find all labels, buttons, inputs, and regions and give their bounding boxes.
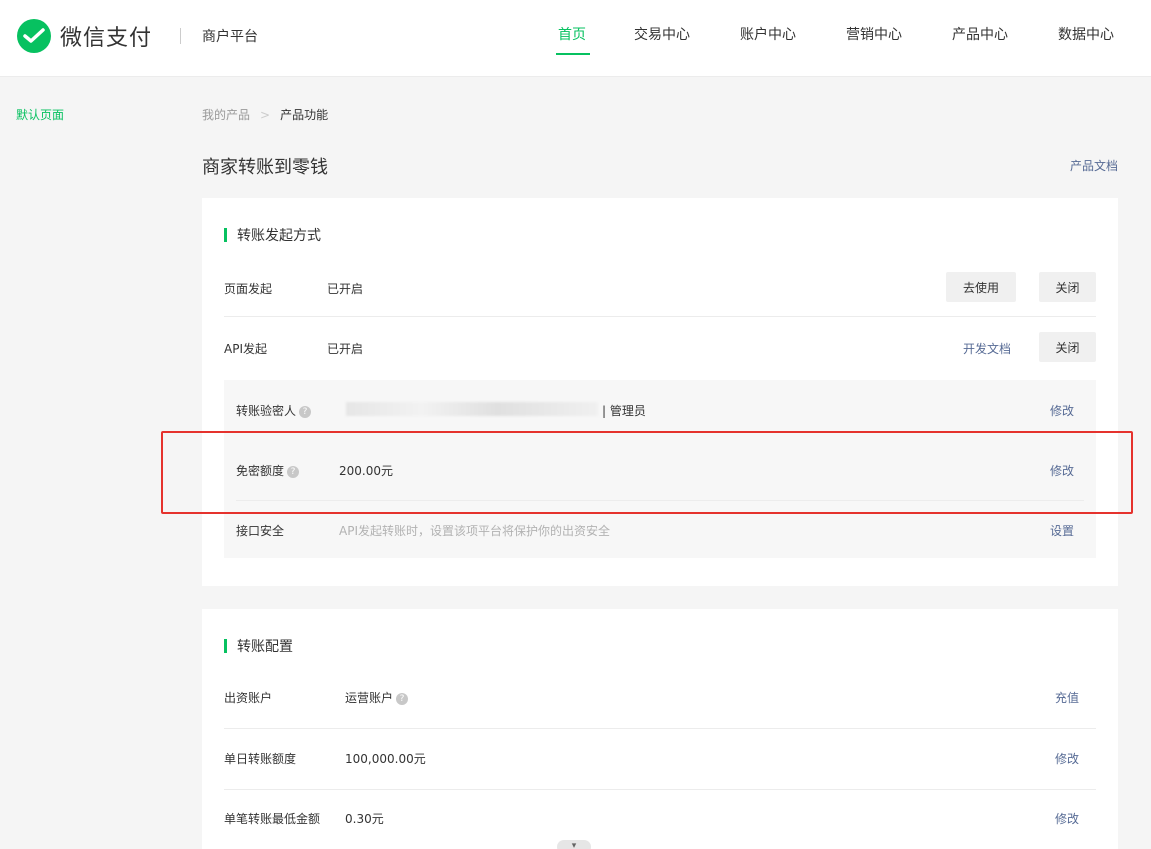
nav-trade-center[interactable]: 交易中心 bbox=[634, 24, 690, 44]
help-icon[interactable]: ? bbox=[287, 465, 300, 478]
verifier-label: 转账验密人? bbox=[236, 402, 312, 419]
verifier-role: | 管理员 bbox=[602, 404, 646, 418]
close-api-button[interactable]: 关闭 bbox=[1039, 332, 1096, 362]
initiation-card: 转账发起方式 页面发起 已开启 去使用 关闭 API发起 已开启 开发文档 关闭… bbox=[202, 198, 1118, 586]
initiation-section-title: 转账发起方式 bbox=[224, 225, 321, 245]
config-title-text: 转账配置 bbox=[237, 639, 293, 655]
dev-doc-link[interactable]: 开发文档 bbox=[963, 340, 1011, 357]
config-section-title: 转账配置 bbox=[224, 636, 293, 656]
top-header: 微信支付 商户平台 首页 交易中心 账户中心 营销中心 产品中心 数据中心 bbox=[0, 0, 1151, 77]
api-security-row: 接口安全 API发起转账时，设置该项平台将保护你的出资安全 设置 bbox=[236, 500, 1084, 558]
breadcrumb-my-products[interactable]: 我的产品 bbox=[202, 106, 250, 123]
nav-account-center[interactable]: 账户中心 bbox=[740, 24, 796, 44]
api-initiation-row: API发起 已开启 开发文档 关闭 bbox=[224, 332, 1096, 372]
funding-account-label: 出资账户 bbox=[224, 691, 273, 705]
breadcrumb-separator: > bbox=[260, 107, 271, 122]
initiation-title-text: 转账发起方式 bbox=[237, 228, 321, 244]
blurred-verifier-name bbox=[346, 402, 598, 416]
min-amount-label: 单笔转账最低金额 bbox=[224, 812, 321, 826]
daily-limit-row: 单日转账额度 100,000.00元 修改 bbox=[224, 748, 1096, 772]
verifier-row: 转账验密人? | 管理员 修改 bbox=[236, 380, 1084, 440]
free-limit-value: 200.00元 bbox=[339, 464, 393, 478]
logo-text: 微信支付 bbox=[60, 26, 153, 51]
daily-limit-value: 100,000.00元 bbox=[345, 752, 426, 766]
scroll-down-icon[interactable]: ▾ bbox=[557, 840, 591, 849]
free-limit-label-text: 免密额度 bbox=[236, 464, 285, 478]
nav-marketing-center[interactable]: 营销中心 bbox=[846, 24, 902, 44]
page-title: 商家转账到零钱 bbox=[202, 157, 328, 178]
product-doc-link[interactable]: 产品文档 bbox=[1070, 157, 1118, 174]
use-page-button[interactable]: 去使用 bbox=[946, 272, 1016, 302]
nav-product-center[interactable]: 产品中心 bbox=[952, 24, 1008, 44]
free-limit-row: 免密额度? 200.00元 修改 bbox=[236, 440, 1084, 500]
sidebar-item-default-page[interactable]: 默认页面 bbox=[16, 106, 64, 123]
nav-active-indicator bbox=[556, 53, 590, 55]
row-divider bbox=[224, 728, 1096, 729]
api-initiation-label: API发起 bbox=[224, 342, 267, 356]
breadcrumb: 我的产品 > 产品功能 bbox=[202, 106, 328, 123]
modify-free-limit-link[interactable]: 修改 bbox=[1050, 462, 1074, 479]
api-security-hint: API发起转账时，设置该项平台将保护你的出资安全 bbox=[339, 524, 610, 538]
row-divider bbox=[224, 789, 1096, 790]
header-divider bbox=[180, 28, 181, 44]
wechat-pay-logo[interactable]: 微信支付 bbox=[16, 18, 152, 54]
section-accent-bar bbox=[224, 228, 227, 242]
api-security-label: 接口安全 bbox=[236, 524, 285, 538]
recharge-link[interactable]: 充值 bbox=[1055, 689, 1079, 706]
modify-verifier-link[interactable]: 修改 bbox=[1050, 402, 1074, 419]
min-amount-value: 0.30元 bbox=[345, 812, 384, 826]
breadcrumb-product-features: 产品功能 bbox=[280, 108, 329, 122]
set-api-security-link[interactable]: 设置 bbox=[1050, 522, 1074, 539]
funding-account-value: 运营账户? bbox=[345, 689, 409, 706]
funding-account-value-text: 运营账户 bbox=[345, 691, 394, 705]
nav-home[interactable]: 首页 bbox=[558, 24, 586, 44]
section-accent-bar bbox=[224, 639, 227, 653]
help-icon[interactable]: ? bbox=[299, 405, 312, 418]
daily-limit-label: 单日转账额度 bbox=[224, 752, 297, 766]
row-divider bbox=[224, 316, 1096, 317]
modify-min-amount-link[interactable]: 修改 bbox=[1055, 810, 1079, 827]
nav-data-center[interactable]: 数据中心 bbox=[1058, 24, 1114, 44]
platform-name: 商户平台 bbox=[202, 29, 258, 45]
page-initiation-row: 页面发起 已开启 去使用 关闭 bbox=[224, 272, 1096, 312]
modify-daily-limit-link[interactable]: 修改 bbox=[1055, 750, 1079, 767]
verifier-label-text: 转账验密人 bbox=[236, 404, 297, 418]
page-initiation-status: 已开启 bbox=[327, 282, 364, 296]
config-card: 转账配置 出资账户 运营账户? 充值 单日转账额度 100,000.00元 修改… bbox=[202, 609, 1118, 849]
free-limit-label: 免密额度? bbox=[236, 462, 300, 479]
funding-account-row: 出资账户 运营账户? 充值 bbox=[224, 687, 1096, 711]
page-initiation-label: 页面发起 bbox=[224, 282, 273, 296]
wechat-pay-logo-icon bbox=[17, 19, 51, 53]
api-initiation-status: 已开启 bbox=[327, 342, 364, 356]
help-icon[interactable]: ? bbox=[396, 692, 409, 705]
min-amount-row: 单笔转账最低金额 0.30元 修改 bbox=[224, 808, 1096, 832]
close-page-button[interactable]: 关闭 bbox=[1039, 272, 1096, 302]
api-settings-panel: 转账验密人? | 管理员 修改 免密额度? 200.00元 修改 接口安全 AP… bbox=[224, 380, 1096, 558]
